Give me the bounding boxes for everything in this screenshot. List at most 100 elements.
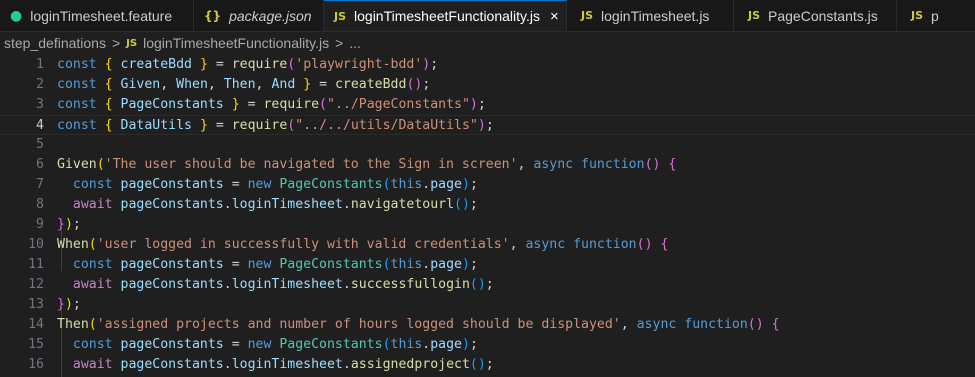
code-line[interactable]: 16 await pageConstants.loginTimesheet.as… xyxy=(0,355,975,375)
code-token: new xyxy=(247,257,280,272)
code-token: 'user logged in successfully with valid … xyxy=(96,237,510,252)
chevron-right-icon: > xyxy=(335,35,344,51)
code-line[interactable]: 11 const pageConstants = new PageConstan… xyxy=(0,255,975,275)
code-token: } xyxy=(192,57,208,72)
code-token: { xyxy=(660,237,669,252)
tab-login-timesheet-feature[interactable]: ● loginTimesheet.feature xyxy=(0,0,194,31)
code-editor[interactable]: 1 const { createBdd } = require('playwrig… xyxy=(0,54,975,377)
code-line[interactable]: 2 const { Given, When, Then, And } = crea… xyxy=(0,75,975,95)
code-token: ; xyxy=(430,57,439,72)
line-number: 4 xyxy=(36,118,44,133)
code-token: ; xyxy=(469,337,478,352)
code-token: pageConstants xyxy=(120,337,224,352)
js-icon: JS xyxy=(911,9,924,22)
code-line[interactable]: 14 Then('assigned projects and number of … xyxy=(0,315,975,335)
line-number: 14 xyxy=(28,317,44,332)
code-token: successfullogin xyxy=(350,277,470,292)
code-line[interactable]: 1 const { createBdd } = require('playwrig… xyxy=(0,55,975,75)
code-token: const xyxy=(57,118,105,133)
code-text: await pageConstants.loginTimesheet.navig… xyxy=(57,195,478,215)
close-icon[interactable]: × xyxy=(550,8,559,25)
code-token: async xyxy=(525,237,574,252)
code-token: ; xyxy=(72,217,81,232)
code-text: Then('assigned projects and number of ho… xyxy=(57,315,780,335)
code-line[interactable]: 6 Given('The user should be navigated to … xyxy=(0,155,975,175)
code-token: pageConstants xyxy=(120,357,224,372)
line-number: 16 xyxy=(28,357,44,372)
code-token: , xyxy=(620,317,637,332)
code-token: const xyxy=(72,337,121,352)
code-token: 'assigned projects and number of hours l… xyxy=(96,317,621,332)
breadcrumb-symbol[interactable]: ... xyxy=(349,35,361,51)
code-token: Then xyxy=(57,317,89,332)
code-token: require xyxy=(231,57,288,72)
code-token: this xyxy=(390,257,423,272)
code-text: const { PageConstants } = require("../Pa… xyxy=(57,95,486,115)
code-token: ( xyxy=(96,157,105,172)
code-line[interactable]: 9}); xyxy=(0,215,975,235)
tab-page-constants-js[interactable]: JS PageConstants.js xyxy=(734,0,897,31)
chevron-right-icon: > xyxy=(111,35,121,51)
code-line[interactable]: 4 const { DataUtils } = require("../../ut… xyxy=(0,115,975,135)
code-token: pageConstants xyxy=(120,197,224,212)
json-icon: {} xyxy=(204,8,222,23)
code-line[interactable]: 8 await pageConstants.loginTimesheet.nav… xyxy=(0,195,975,215)
code-token: ; xyxy=(485,118,494,133)
code-token: page xyxy=(430,177,462,192)
code-token: ) xyxy=(64,297,73,312)
code-token: async xyxy=(533,157,582,172)
tab-package-json[interactable]: {} package.json xyxy=(194,0,324,31)
code-token: () xyxy=(747,317,772,332)
js-icon: JS xyxy=(581,9,594,22)
code-token: require xyxy=(231,118,288,133)
code-token: When xyxy=(57,237,89,252)
code-token: = xyxy=(223,257,248,272)
line-number: 15 xyxy=(28,337,44,352)
code-token: const xyxy=(57,77,105,92)
code-line[interactable]: 12 await pageConstants.loginTimesheet.su… xyxy=(0,275,975,295)
tab-overflow[interactable]: JS p xyxy=(897,0,975,31)
code-token: ) xyxy=(477,118,486,133)
code-token: { xyxy=(668,157,677,172)
code-line[interactable]: 10 When('user logged in successfully with… xyxy=(0,235,975,255)
code-token: ) xyxy=(462,177,470,192)
code-token: { xyxy=(104,77,121,92)
code-token: { xyxy=(771,317,780,332)
js-icon: JS xyxy=(334,9,347,23)
code-token: { xyxy=(104,97,121,112)
tab-login-timesheet-functionality-js[interactable]: JS loginTimesheetFunctionality.js × xyxy=(324,0,567,31)
code-line[interactable]: 13}); xyxy=(0,295,975,315)
code-token: = xyxy=(223,177,248,192)
code-token: . xyxy=(342,277,351,292)
code-token: { xyxy=(104,118,121,133)
code-line[interactable]: 7 const pageConstants = new PageConstant… xyxy=(0,175,975,195)
line-number: 10 xyxy=(28,237,44,252)
line-number: 13 xyxy=(28,297,44,312)
code-line[interactable]: 15 const pageConstants = new PageConstan… xyxy=(0,335,975,355)
code-line[interactable]: 3 const { PageConstants } = require("../P… xyxy=(0,95,975,115)
code-token: await xyxy=(72,357,121,372)
line-number: 6 xyxy=(36,157,44,172)
code-token: = xyxy=(207,57,232,72)
code-token: ; xyxy=(72,297,81,312)
code-token: await xyxy=(72,197,121,212)
code-line[interactable]: 5 xyxy=(0,135,975,155)
line-number: 8 xyxy=(36,197,44,212)
code-token: Given xyxy=(120,77,161,92)
code-token: ) xyxy=(462,257,470,272)
code-token: . xyxy=(223,277,232,292)
code-token: ( xyxy=(382,177,391,192)
tab-login-timesheet-js[interactable]: JS loginTimesheet.js xyxy=(567,0,734,31)
line-number: 9 xyxy=(36,217,44,232)
breadcrumb-file[interactable]: loginTimesheetFunctionality.js xyxy=(143,35,329,51)
code-token: ; xyxy=(469,197,478,212)
code-token: const xyxy=(57,97,105,112)
code-token: ) xyxy=(64,217,73,232)
code-token: ( xyxy=(88,237,97,252)
code-token: assignedproject xyxy=(350,357,470,372)
code-token: ; xyxy=(485,277,494,292)
line-number: 7 xyxy=(36,177,44,192)
editor-tab-bar: ● loginTimesheet.feature {} package.json… xyxy=(0,0,975,32)
breadcrumb-folder[interactable]: step_definations xyxy=(4,35,106,51)
